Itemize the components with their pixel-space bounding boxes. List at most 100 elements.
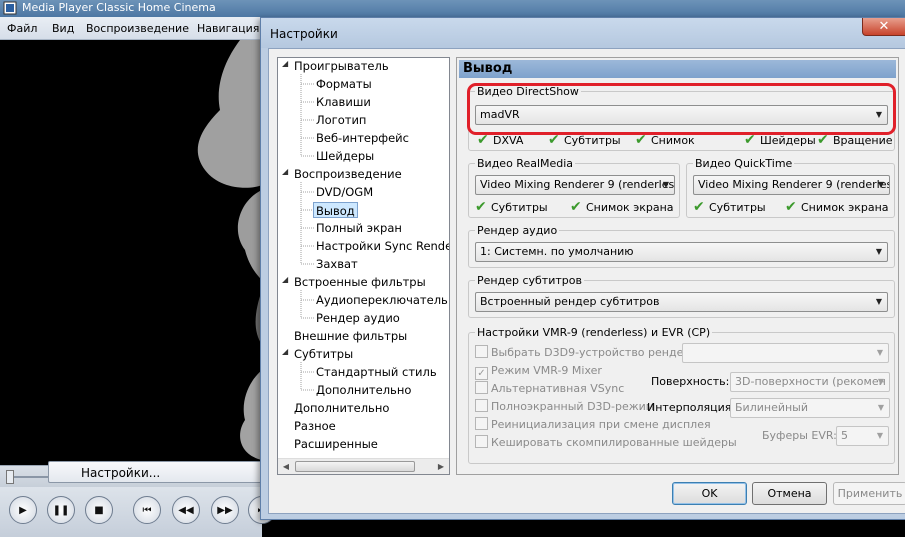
checkbox-icon[interactable]	[475, 381, 488, 394]
option-label: Режим VMR-9 Mixer	[491, 364, 602, 377]
stop-button[interactable]: ■	[85, 496, 113, 524]
seek-thumb[interactable]	[6, 470, 14, 484]
apply-button[interactable]: Применить	[833, 482, 905, 505]
panel-title: Вывод	[463, 61, 513, 76]
dialog-titlebar[interactable]: Настройки ✕	[261, 18, 905, 48]
option-label: Альтернативная VSync	[491, 382, 625, 395]
dialog-title: Настройки	[270, 27, 338, 41]
evr-buffers-label: Буферы EVR:	[762, 429, 837, 442]
panel-header: Вывод	[459, 60, 896, 78]
menu-playback[interactable]: Воспроизведение	[86, 22, 189, 35]
dialog-client: ◢ Проигрыватель Форматы Клавиши Логотип …	[268, 48, 905, 514]
qt-cap-subtitles: ✔ Субтитры	[693, 199, 766, 215]
menu-file[interactable]: Файл	[7, 22, 37, 35]
surface-select[interactable]: 3D-поверхности (рекомен ▼	[730, 372, 890, 392]
chevron-down-icon: ▼	[876, 431, 884, 440]
chevron-down-icon: ▼	[877, 180, 885, 189]
subtitle-renderer-select[interactable]: Встроенный рендер субтитров ▼	[475, 292, 888, 312]
pause-button[interactable]: ❚❚	[47, 496, 75, 524]
forward-button[interactable]: ▶▶	[211, 496, 239, 524]
red-highlight-annotation	[467, 83, 896, 135]
quicktime-label: Видео QuickTime	[693, 157, 795, 170]
cap-label: Субтитры	[709, 201, 766, 214]
menu-navigation[interactable]: Навигация	[197, 22, 259, 35]
checkbox-checked-icon[interactable]: ✓	[475, 367, 488, 380]
cap-label: Снимок	[651, 134, 695, 147]
surface-label: Поверхность:	[651, 375, 730, 388]
rm-cap-subtitles: ✔ Субтитры	[475, 199, 548, 215]
player-titlebar: Media Player Classic Home Cinema	[0, 0, 905, 17]
check-icon: ✔	[693, 199, 705, 215]
popup-settings-item[interactable]: Настройки...	[81, 466, 160, 480]
skip-back-icon: ⏮	[142, 504, 152, 516]
option-label: Кешировать скомпилированные шейдеры	[491, 436, 737, 449]
realmedia-renderer-select[interactable]: Video Mixing Renderer 9 (renderless ▼	[475, 175, 675, 195]
video-frame	[0, 40, 262, 465]
checkbox-icon[interactable]	[475, 345, 488, 358]
option-label: Выбрать D3D9-устройство рендеринг	[491, 346, 711, 359]
check-icon: ✔	[785, 199, 797, 215]
tree-guides	[300, 74, 314, 391]
audio-renderer-group: Рендер аудио 1: Системн. по умолчанию ▼	[468, 224, 895, 268]
player-title: Media Player Classic Home Cinema	[22, 1, 216, 14]
output-panel: Вывод Видео DirectShow madVR ▼ ✔ DXVA ✔ Су…	[456, 57, 899, 475]
quicktime-value: Video Mixing Renderer 9 (renderless	[698, 178, 890, 191]
interpolation-value: Билинейный	[735, 401, 809, 414]
option-reinit-display[interactable]: Реинициализация при смене дисплея	[475, 417, 711, 432]
chevron-down-icon: ▼	[877, 403, 885, 412]
chevron-down-icon: ▼	[877, 377, 885, 386]
cap-label: Вращение	[833, 134, 893, 147]
chevron-down-icon: ▼	[662, 180, 670, 189]
interpolation-select[interactable]: Билинейный ▼	[730, 398, 890, 418]
chevron-down-icon: ▼	[875, 297, 883, 306]
quicktime-group: Видео QuickTime Video Mixing Renderer 9 …	[686, 157, 895, 218]
rewind-icon: ◀◀	[178, 504, 194, 516]
audio-renderer-select[interactable]: 1: Системн. по умолчанию ▼	[475, 242, 888, 262]
option-fullscreen-d3d[interactable]: Полноэкранный D3D-режим	[475, 399, 654, 414]
option-vmr9-mixer[interactable]: ✓ Режим VMR-9 Mixer	[475, 363, 602, 380]
interpolation-label: Интерполяция:	[647, 401, 736, 414]
video-area[interactable]	[0, 40, 262, 465]
qt-cap-snapshot: ✔ Снимок экрана	[785, 199, 889, 215]
evr-buffers-select[interactable]: 5 ▼	[836, 426, 889, 446]
evr-buffers-value: 5	[841, 429, 848, 442]
audio-renderer-value: 1: Системн. по умолчанию	[480, 245, 634, 258]
fast-forward-icon: ▶▶	[217, 504, 233, 516]
quicktime-renderer-select[interactable]: Video Mixing Renderer 9 (renderless ▼	[693, 175, 890, 195]
option-cache-shaders[interactable]: Кешировать скомпилированные шейдеры	[475, 435, 737, 450]
surface-value: 3D-поверхности (рекомен	[735, 375, 886, 388]
rewind-button[interactable]: ◀◀	[172, 496, 200, 524]
cancel-button[interactable]: Отмена	[752, 482, 827, 505]
scroll-thumb[interactable]	[295, 461, 415, 472]
chevron-down-icon: ▼	[876, 348, 884, 357]
chevron-down-icon: ▼	[875, 247, 883, 256]
check-icon: ✔	[475, 199, 487, 215]
scroll-left-icon[interactable]: ◀	[278, 459, 294, 474]
play-icon: ▶	[19, 504, 27, 516]
pause-icon: ❚❚	[52, 504, 70, 516]
cap-label: DXVA	[493, 134, 524, 147]
option-d3d9-device[interactable]: Выбрать D3D9-устройство рендеринг	[475, 345, 710, 360]
option-alt-vsync[interactable]: Альтернативная VSync	[475, 381, 624, 396]
menu-view[interactable]: Вид	[52, 22, 74, 35]
realmedia-group: Видео RealMedia Video Mixing Renderer 9 …	[468, 157, 680, 218]
rm-cap-snapshot: ✔ Снимок экрана	[570, 199, 674, 215]
cap-label: Шейдеры	[760, 134, 816, 147]
subtitle-renderer-value: Встроенный рендер субтитров	[480, 295, 660, 308]
d3d9-device-select[interactable]: ▼	[682, 343, 889, 363]
scroll-right-icon[interactable]: ▶	[433, 459, 449, 474]
ok-button[interactable]: OK	[672, 482, 747, 505]
play-button[interactable]: ▶	[9, 496, 37, 524]
check-icon: ✔	[570, 199, 582, 215]
checkbox-icon[interactable]	[475, 417, 488, 430]
cap-label: Снимок экрана	[586, 201, 674, 214]
checkbox-icon[interactable]	[475, 399, 488, 412]
cap-label: Субтитры	[564, 134, 621, 147]
close-button[interactable]: ✕	[862, 18, 905, 36]
control-bar: ▶ ❚❚ ■ ⏮ ◀◀ ▶▶ ⏭	[0, 487, 276, 537]
cap-label: Субтитры	[491, 201, 548, 214]
checkbox-icon[interactable]	[475, 435, 488, 448]
previous-button[interactable]: ⏮	[133, 496, 161, 524]
tree-horizontal-scrollbar[interactable]: ◀ ▶	[278, 458, 449, 474]
audio-renderer-label: Рендер аудио	[475, 224, 560, 237]
